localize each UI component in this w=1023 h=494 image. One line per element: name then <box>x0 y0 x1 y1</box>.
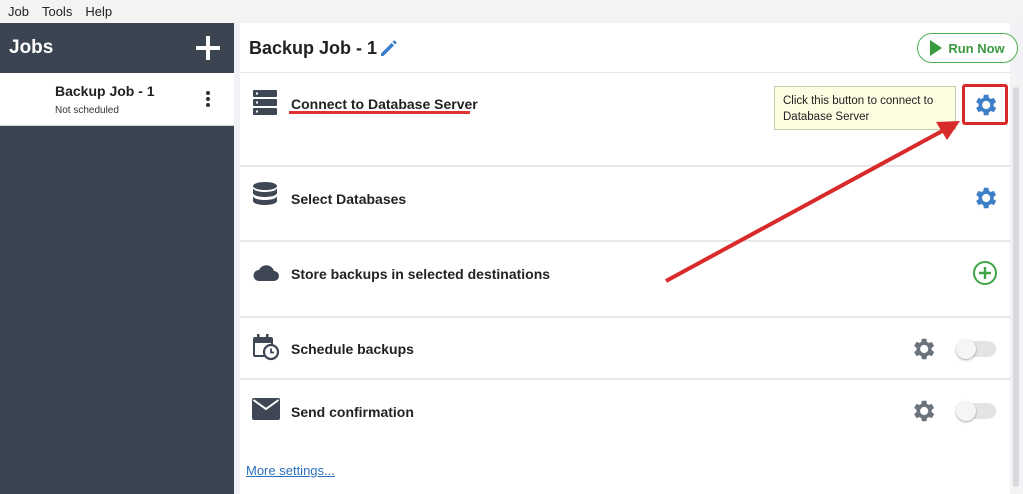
annotation-arrow <box>665 121 960 283</box>
